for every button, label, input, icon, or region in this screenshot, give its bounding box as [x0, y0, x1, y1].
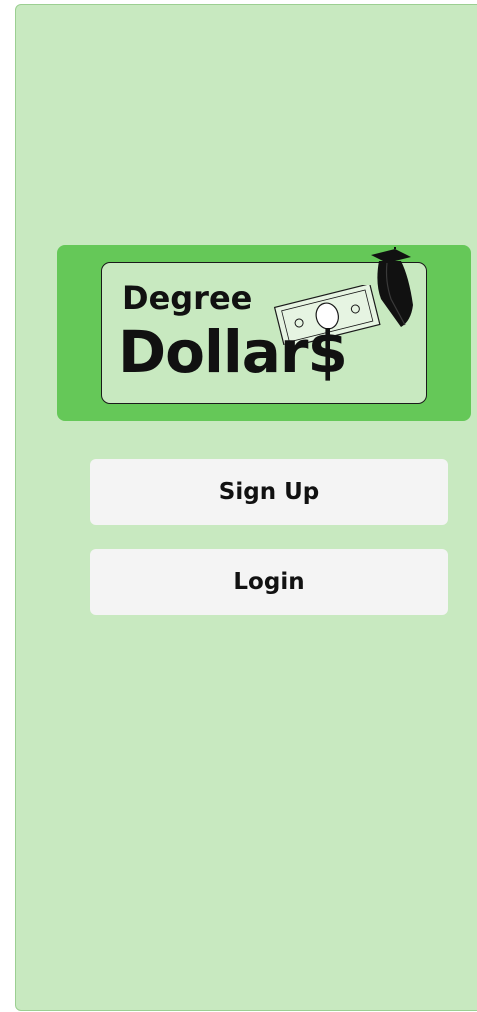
app-screen: Degree Dollar$ Sign Up Login	[15, 4, 477, 1011]
logo-word-dollars: Dollar$	[118, 318, 348, 386]
login-button[interactable]: Login	[90, 549, 448, 615]
sign-up-button[interactable]: Sign Up	[90, 459, 448, 525]
logo-banner: Degree Dollar$	[57, 245, 471, 421]
graduation-cap-icon	[371, 247, 413, 327]
logo-word-degree: Degree	[122, 279, 253, 317]
